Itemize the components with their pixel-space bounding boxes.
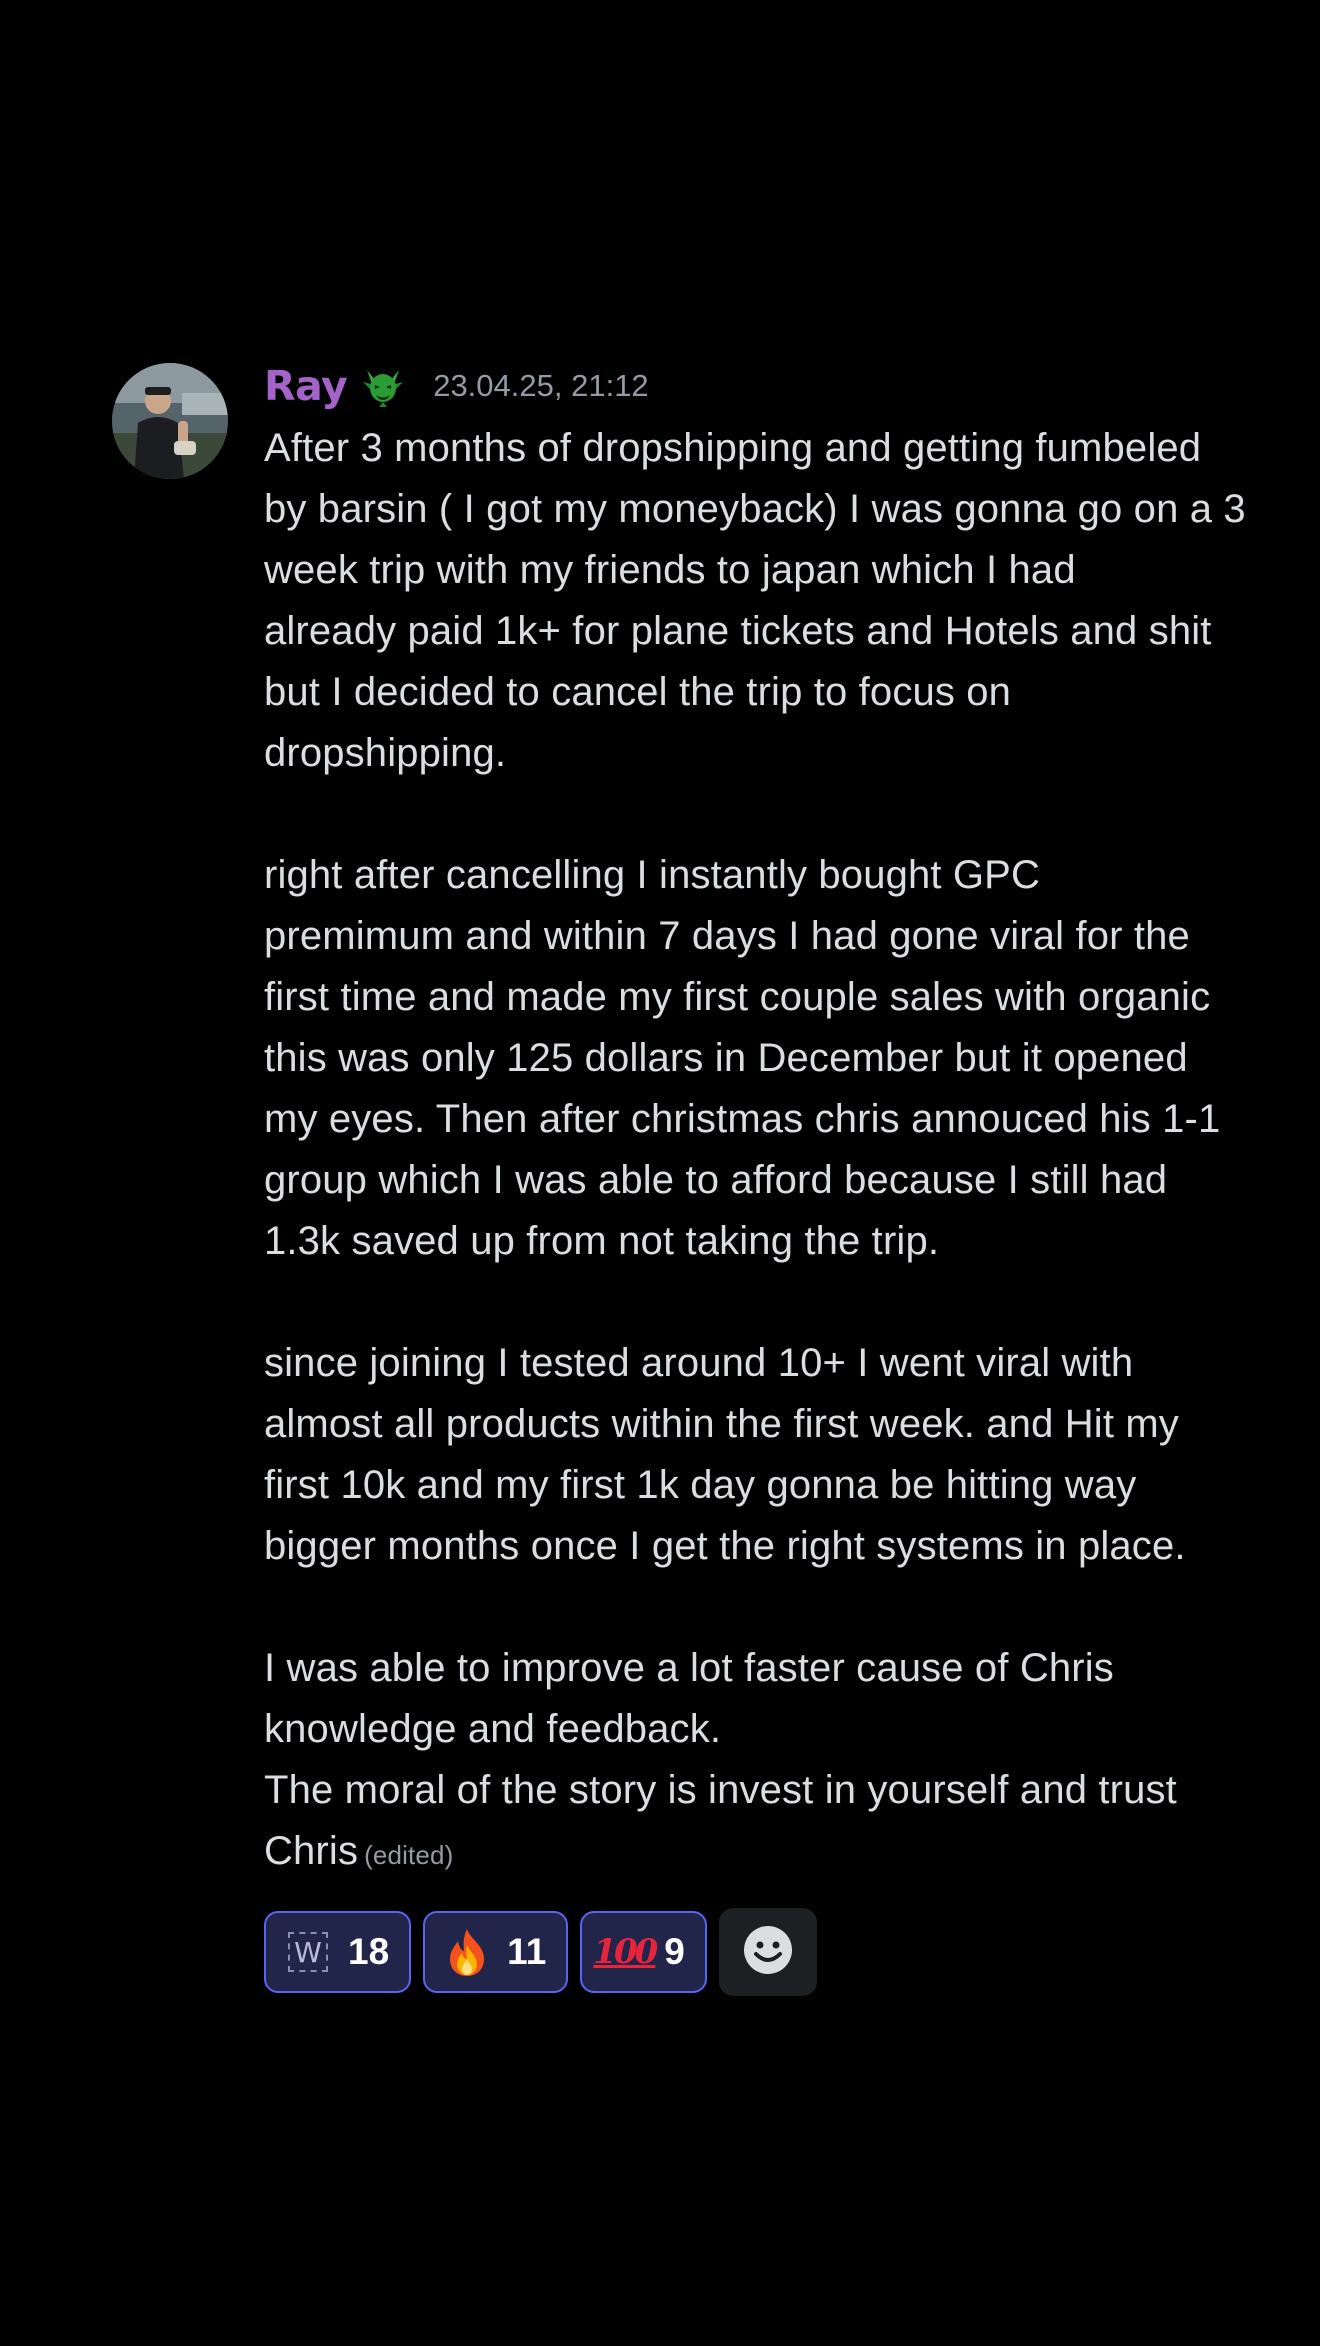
w-custom-emoji-icon: W (284, 1928, 332, 1976)
avatar[interactable] (112, 363, 228, 479)
smiley-add-reaction-icon (742, 1924, 794, 1980)
message-body: After 3 months of dropshipping and getti… (264, 418, 1320, 1886)
edited-label: (edited) (364, 1840, 454, 1870)
reactions-bar: W 18 11 100 9 (264, 1908, 1320, 1996)
hundred-points-emoji-icon: 100 (593, 1928, 658, 1976)
username[interactable]: Ray (264, 362, 348, 410)
hundred-emoji-glyph: 100 (593, 1932, 658, 1972)
reaction-w[interactable]: W 18 (264, 1911, 412, 1993)
message-header: Ray 23.04.25, 21:12 (264, 360, 1320, 412)
green-demon-icon[interactable] (361, 364, 405, 408)
add-reaction-button[interactable] (718, 1908, 817, 1996)
reaction-count: 9 (664, 1931, 685, 1972)
message-text: After 3 months of dropshipping and getti… (264, 426, 1246, 1873)
reaction-fire[interactable]: 11 (423, 1911, 569, 1993)
reaction-hundred[interactable]: 100 9 (580, 1911, 707, 1993)
w-emoji-glyph: W (288, 1932, 328, 1972)
fire-emoji-icon (443, 1928, 491, 1976)
reaction-count: 18 (348, 1931, 390, 1972)
timestamp: 23.04.25, 21:12 (433, 368, 649, 403)
message-content: Ray 23.04.25, 21:12 After 3 months of dr… (264, 360, 1320, 1996)
reaction-count: 11 (507, 1931, 547, 1972)
